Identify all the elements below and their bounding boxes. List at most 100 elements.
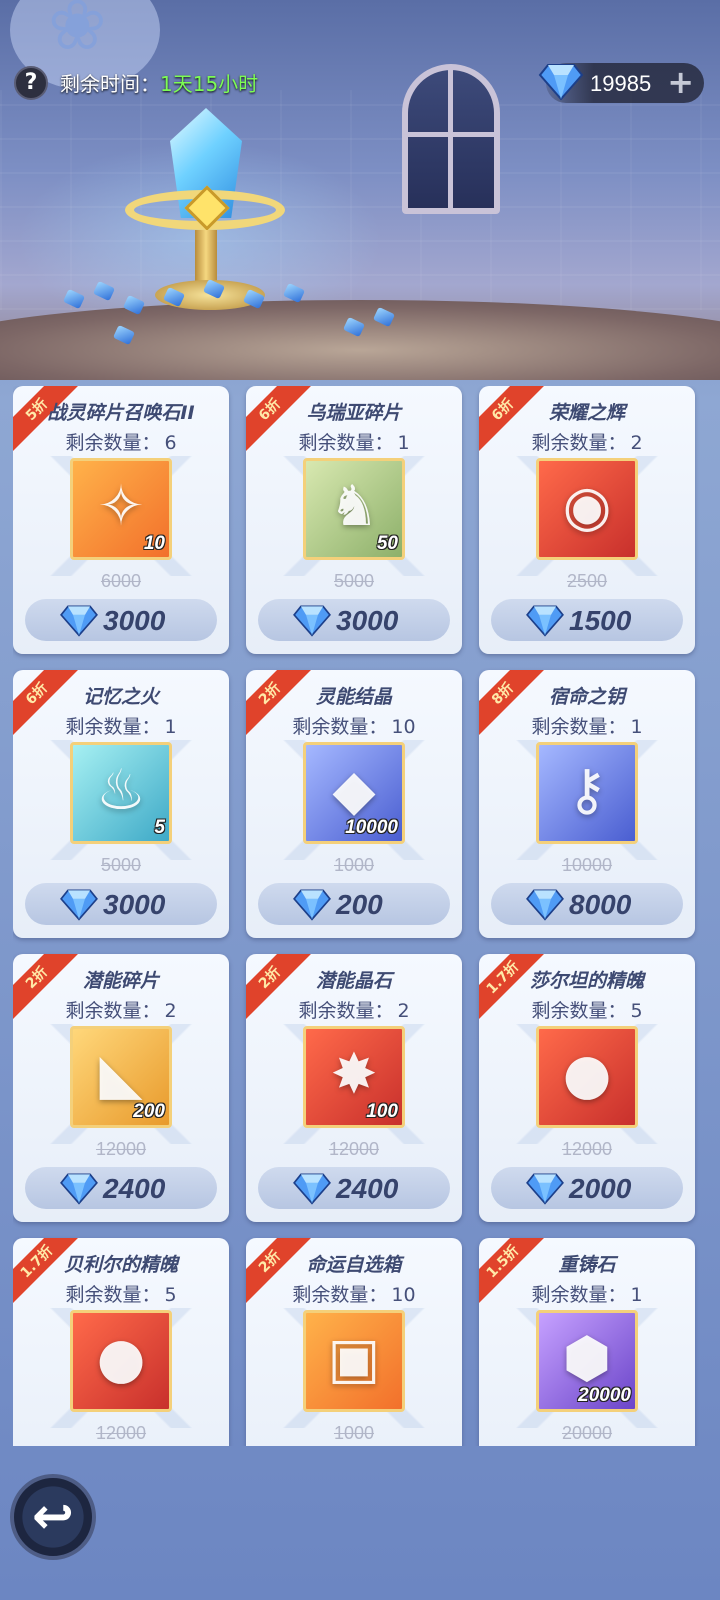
shop-grid: 5折 战灵碎片召唤石II 剩余数量： 6 ✧ 10 6000 3000 6折 乌瑞亚碎片 剩余数量：…: [13, 386, 709, 1446]
item-name: 莎尔坦的精魄: [529, 970, 644, 992]
item-stock: 剩余数量： 2: [479, 428, 695, 455]
reforge-stone-icon[interactable]: ⬢ 20000: [536, 1310, 638, 1412]
item-quantity: 20000: [578, 1385, 631, 1406]
diamond-icon: [525, 1171, 565, 1209]
item-name: 灵能结晶: [315, 686, 392, 708]
shop-item-card[interactable]: 6折 乌瑞亚碎片 剩余数量： 1 ♞ 50 5000 3000: [246, 386, 462, 654]
stock-label: 剩余数量：: [298, 1000, 394, 1022]
buy-button[interactable]: 200: [258, 883, 450, 925]
sale-price: 2400: [336, 1173, 399, 1204]
item-name: 战灵碎片召唤石II: [47, 402, 195, 424]
add-currency-button[interactable]: +: [667, 65, 694, 99]
stock-label: 剩余数量：: [531, 716, 627, 738]
shop-item-card[interactable]: 1.7折 莎尔坦的精魄 剩余数量： 5 ● 12000 2000: [479, 954, 695, 1222]
shop-item-card[interactable]: 2折 潜能晶石 剩余数量： 2 ✸ 100 12000 2400: [246, 954, 462, 1222]
buy-button[interactable]: 8000: [491, 883, 683, 925]
item-name: 乌瑞亚碎片: [306, 402, 402, 424]
buy-button[interactable]: 2400: [25, 1167, 217, 1209]
shop-item-card[interactable]: 2折 潜能碎片 剩余数量： 2 ◣ 200 12000 2400: [13, 954, 229, 1222]
original-price: 1000: [333, 1423, 375, 1443]
item-glyph: ♞: [328, 474, 380, 539]
stock-count: 1: [397, 432, 410, 454]
diamond-icon: [59, 1171, 99, 1209]
item-stock: 剩余数量： 10: [246, 712, 462, 739]
shop-item-card[interactable]: 6折 记忆之火 剩余数量： 1 ♨ 5 5000 3000: [13, 670, 229, 938]
item-stock: 剩余数量： 5: [13, 1280, 229, 1307]
soul-orb-red-icon[interactable]: ●: [70, 1310, 172, 1412]
buy-button[interactable]: 1500: [491, 599, 683, 641]
shop-item-card[interactable]: 6折 荣耀之辉 剩余数量： 2 ◉ 2500 1500: [479, 386, 695, 654]
back-button[interactable]: ↩: [10, 1474, 96, 1560]
sale-price: 8000: [569, 889, 632, 920]
stock-count: 10: [391, 1284, 416, 1306]
original-price: 5000: [100, 855, 142, 875]
diamond-icon: [525, 887, 565, 925]
shop-item-card[interactable]: 2折 灵能结晶 剩余数量： 10 ◆ 10000 1000 200: [246, 670, 462, 938]
item-stock: 剩余数量： 10: [246, 1280, 462, 1307]
item-glyph: ▣: [327, 1326, 381, 1391]
item-name: 潜能碎片: [82, 970, 159, 992]
shop-item-card[interactable]: 5折 战灵碎片召唤石II 剩余数量： 6 ✧ 10 6000 3000: [13, 386, 229, 654]
fate-chest-icon[interactable]: ▣: [303, 1310, 405, 1412]
buy-button[interactable]: 2400: [258, 1167, 450, 1209]
stock-label: 剩余数量：: [65, 432, 161, 454]
buy-button[interactable]: 2000: [491, 1167, 683, 1209]
stock-label: 剩余数量：: [292, 716, 388, 738]
original-price: 5000: [333, 571, 375, 591]
shop-item-card[interactable]: 1.5折 重铸石 剩余数量： 1 ⬢ 20000 20000: [479, 1238, 695, 1446]
memory-flame-icon[interactable]: ♨ 5: [70, 742, 172, 844]
item-quantity: 200: [133, 1101, 165, 1122]
original-price: 12000: [95, 1423, 147, 1443]
item-quantity: 50: [376, 533, 398, 554]
currency-display: 19985 +: [538, 63, 704, 103]
item-stock: 剩余数量： 1: [479, 1280, 695, 1307]
potential-crystal-icon[interactable]: ✸ 100: [303, 1026, 405, 1128]
stock-count: 5: [164, 1284, 177, 1306]
original-price: 10000: [561, 855, 613, 875]
currency-amount: 19985: [590, 71, 652, 96]
sale-price: 3000: [103, 889, 166, 920]
stock-count: 5: [630, 1000, 643, 1022]
buy-button[interactable]: 3000: [25, 883, 217, 925]
item-glyph: ●: [96, 1326, 146, 1391]
fate-key-icon[interactable]: ⚷: [536, 742, 638, 844]
soul-orb-purple-icon[interactable]: ●: [536, 1026, 638, 1128]
diamond-icon: [538, 61, 584, 105]
item-glyph: ♨: [95, 758, 147, 823]
item-glyph: ⬢: [562, 1326, 612, 1391]
stock-count: 2: [397, 1000, 410, 1022]
original-price: 12000: [95, 1139, 147, 1159]
potential-fragment-icon[interactable]: ◣ 200: [70, 1026, 172, 1128]
item-stock: 剩余数量： 2: [246, 996, 462, 1023]
stock-count: 10: [391, 716, 416, 738]
item-quantity: 10: [143, 533, 165, 554]
summon-stone-icon[interactable]: ✧ 10: [70, 458, 172, 560]
item-glyph: ✧: [97, 474, 145, 539]
sale-price: 1500: [569, 605, 632, 636]
item-stock: 剩余数量： 5: [479, 996, 695, 1023]
item-glyph: ◣: [99, 1042, 143, 1107]
buy-button[interactable]: 3000: [258, 599, 450, 641]
glory-orb-icon[interactable]: ◉: [536, 458, 638, 560]
shop-item-card[interactable]: 8折 宿命之钥 剩余数量： 1 ⚷ 10000 8000: [479, 670, 695, 938]
original-price: 6000: [100, 571, 142, 591]
diamond-icon: [292, 887, 332, 925]
shop-item-card[interactable]: 1.7折 贝利尔的精魄 剩余数量： 5 ● 12000: [13, 1238, 229, 1446]
remaining-time-label: 剩余时间：: [60, 72, 160, 96]
diamond-icon: [59, 603, 99, 641]
item-quantity: 5: [154, 817, 165, 838]
item-stock: 剩余数量： 1: [13, 712, 229, 739]
item-name: 宿命之钥: [548, 686, 625, 708]
original-price: 2500: [566, 571, 608, 591]
shop-item-card[interactable]: 2折 命运自选箱 剩余数量： 10 ▣ 1000: [246, 1238, 462, 1446]
psionic-crystal-icon[interactable]: ◆ 10000: [303, 742, 405, 844]
help-button[interactable]: ?: [14, 66, 48, 100]
hero-fragment-icon[interactable]: ♞ 50: [303, 458, 405, 560]
stock-label: 剩余数量：: [65, 716, 161, 738]
buy-button[interactable]: 3000: [25, 599, 217, 641]
original-price: 12000: [561, 1139, 613, 1159]
sale-price: 3000: [336, 605, 399, 636]
stock-label: 剩余数量：: [298, 432, 394, 454]
diamond-icon: [59, 887, 99, 925]
stock-count: 1: [164, 716, 177, 738]
